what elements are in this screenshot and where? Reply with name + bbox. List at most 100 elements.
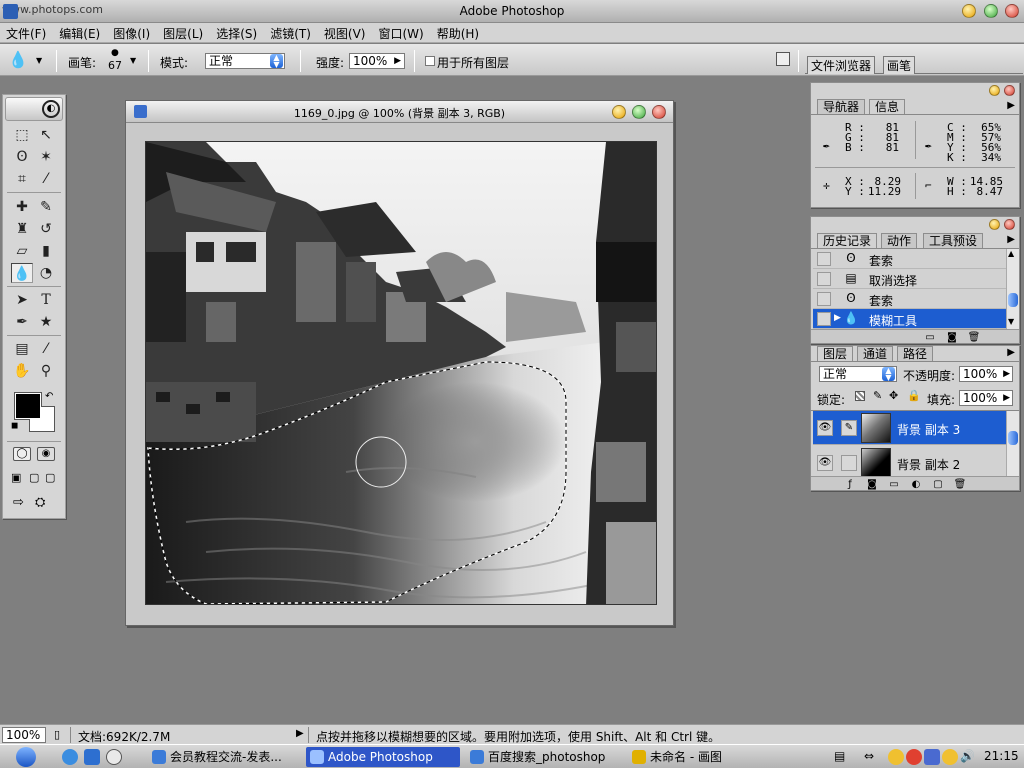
menu-window[interactable]: 窗口(W) bbox=[372, 23, 430, 42]
tab-actions[interactable]: 动作 bbox=[881, 233, 918, 248]
delete-state-icon[interactable]: 🗑 bbox=[963, 331, 985, 345]
tab-layers[interactable]: 图层 bbox=[817, 346, 854, 361]
brush-tip-icon[interactable]: ● bbox=[111, 48, 119, 58]
history-panel-minimize-button[interactable] bbox=[989, 219, 1000, 230]
doc-close-button[interactable] bbox=[652, 105, 666, 119]
layer-brush-icon[interactable]: ✎ bbox=[841, 420, 857, 436]
tab-paths[interactable]: 路径 bbox=[897, 346, 934, 361]
move-tool-icon[interactable]: ↖ bbox=[35, 125, 57, 145]
lock-position-icon[interactable]: ✥ bbox=[889, 389, 898, 402]
scroll-up-arrow-icon[interactable]: ▲ bbox=[1008, 249, 1014, 258]
info-panel-menu-icon[interactable]: ▶ bbox=[1007, 100, 1015, 111]
lock-all-icon[interactable]: 🔒 bbox=[907, 389, 921, 402]
status-page-icon[interactable]: ▯ bbox=[54, 728, 60, 741]
tab-file-browser[interactable]: 文件浏览器 bbox=[807, 56, 876, 74]
history-item[interactable]: ▤ 取消选择 bbox=[813, 269, 1006, 289]
swap-colors-icon[interactable]: ↶ bbox=[45, 391, 53, 402]
all-layers-checkbox[interactable] bbox=[425, 56, 435, 66]
jump-to-imageready-icon[interactable]: ⇨ bbox=[13, 495, 24, 510]
screen-mode-full-icon[interactable]: ▢ bbox=[45, 471, 55, 484]
screen-mode-standard-icon[interactable]: ▣ bbox=[11, 471, 21, 484]
history-scroll-thumb[interactable] bbox=[1008, 293, 1018, 307]
tab-history[interactable]: 历史记录 bbox=[817, 233, 878, 248]
menu-file[interactable]: 文件(F) bbox=[0, 23, 53, 42]
history-item[interactable]: ʘ 套索 bbox=[813, 289, 1006, 309]
history-panel-menu-icon[interactable]: ▶ bbox=[1007, 234, 1015, 245]
eraser-tool-icon[interactable]: ▱ bbox=[11, 241, 33, 261]
opacity-slider-arrow-icon[interactable]: ▶ bbox=[1003, 367, 1010, 381]
tab-tool-presets[interactable]: 工具预设 bbox=[923, 233, 984, 248]
lock-transparency-icon[interactable] bbox=[855, 391, 865, 401]
quick-mask-mode-icon[interactable]: ◉ bbox=[37, 447, 55, 461]
add-mask-icon[interactable]: ◙ bbox=[861, 478, 883, 492]
info-panel-minimize-button[interactable] bbox=[989, 85, 1000, 96]
menu-select[interactable]: 选择(S) bbox=[210, 23, 264, 42]
minimize-button[interactable] bbox=[962, 4, 976, 18]
history-item[interactable]: ʘ 套索 bbox=[813, 249, 1006, 269]
maximize-button[interactable] bbox=[984, 4, 998, 18]
menu-view[interactable]: 视图(V) bbox=[318, 23, 373, 42]
toolbox-header[interactable]: ◐ bbox=[5, 97, 63, 121]
menu-filter[interactable]: 滤镜(T) bbox=[264, 23, 318, 42]
new-snapshot-icon[interactable]: ◙ bbox=[941, 331, 963, 345]
crop-tool-icon[interactable]: ⌗ bbox=[11, 169, 33, 189]
opacity-field[interactable]: 100% ▶ bbox=[959, 366, 1013, 382]
strength-slider-arrow-icon[interactable]: ▶ bbox=[394, 54, 401, 68]
tray-app-icon[interactable] bbox=[924, 749, 940, 765]
history-brush-tool-icon[interactable]: ↺ bbox=[35, 219, 57, 239]
blur-tool-preset-icon[interactable]: 💧 bbox=[8, 50, 28, 69]
eyedropper-tool-icon[interactable]: ⁄ bbox=[35, 339, 57, 359]
layer-link-box[interactable] bbox=[841, 455, 857, 471]
close-button[interactable] bbox=[1005, 4, 1019, 18]
fill-field[interactable]: 100% ▶ bbox=[959, 390, 1013, 406]
info-panel-close-button[interactable] bbox=[1004, 85, 1015, 96]
network-icon[interactable]: ⇔ bbox=[864, 749, 874, 763]
taskbar-item[interactable]: 会员教程交流-发表... bbox=[148, 747, 298, 767]
screen-mode-full-menu-icon[interactable]: ▢ bbox=[29, 471, 39, 484]
path-selection-tool-icon[interactable]: ➤ bbox=[11, 290, 33, 310]
marquee-tool-icon[interactable]: ⬚ bbox=[11, 125, 33, 145]
tab-info[interactable]: 信息 bbox=[869, 99, 906, 114]
input-method-icon[interactable]: ▤ bbox=[834, 749, 845, 763]
magic-wand-tool-icon[interactable]: ✶ bbox=[35, 147, 57, 167]
volume-icon[interactable]: 🔊 bbox=[960, 749, 975, 763]
custom-shape-tool-icon[interactable]: ★ bbox=[35, 312, 57, 332]
mode-select[interactable]: 正常 ▲ ▼ bbox=[205, 53, 285, 69]
default-colors-icon[interactable]: ◼ bbox=[11, 421, 18, 431]
healing-brush-tool-icon[interactable]: ✚ bbox=[11, 197, 33, 217]
layer-row-selected[interactable]: 👁 ✎ 背景 副本 3 bbox=[813, 411, 1006, 445]
media-quicklaunch-icon[interactable] bbox=[106, 749, 122, 765]
history-state-checkbox[interactable] bbox=[817, 312, 831, 326]
menu-image[interactable]: 图像(I) bbox=[107, 23, 157, 42]
image-canvas[interactable] bbox=[145, 141, 657, 605]
fill-slider-arrow-icon[interactable]: ▶ bbox=[1003, 391, 1010, 405]
lock-image-icon[interactable]: ✎ bbox=[873, 389, 882, 402]
gradient-tool-icon[interactable]: ▮ bbox=[35, 241, 57, 261]
doc-minimize-button[interactable] bbox=[612, 105, 626, 119]
palette-well-icon[interactable] bbox=[776, 52, 790, 66]
ie-quicklaunch-icon[interactable] bbox=[62, 749, 78, 765]
menu-help[interactable]: 帮助(H) bbox=[431, 23, 486, 42]
tray-app-icon[interactable] bbox=[906, 749, 922, 765]
layers-panel-menu-icon[interactable]: ▶ bbox=[1007, 347, 1015, 358]
history-state-checkbox[interactable] bbox=[817, 252, 831, 266]
layer-row[interactable]: 👁 背景 副本 2 bbox=[813, 446, 1006, 480]
imageready-icon[interactable]: ⛭ bbox=[35, 495, 45, 510]
history-item-selected[interactable]: ▶ 💧 模糊工具 bbox=[813, 309, 1006, 329]
tab-navigator[interactable]: 导航器 bbox=[817, 99, 866, 114]
clone-stamp-tool-icon[interactable]: ♜ bbox=[11, 219, 33, 239]
status-menu-arrow-icon[interactable]: ▶ bbox=[296, 728, 304, 739]
strength-field[interactable]: 100% ▶ bbox=[349, 53, 405, 69]
history-panel-close-button[interactable] bbox=[1004, 219, 1015, 230]
brush-dropdown-arrow-icon[interactable]: ▼ bbox=[130, 56, 136, 65]
standard-mode-icon[interactable]: ◯ bbox=[13, 447, 31, 461]
new-set-icon[interactable]: ▭ bbox=[883, 478, 905, 492]
history-state-checkbox[interactable] bbox=[817, 292, 831, 306]
layer-style-icon[interactable]: ƒ bbox=[839, 478, 861, 492]
pen-tool-icon[interactable]: ✒ bbox=[11, 312, 33, 332]
zoom-field[interactable]: 100% bbox=[2, 727, 46, 743]
slice-tool-icon[interactable]: ⁄ bbox=[35, 169, 57, 189]
zoom-tool-icon[interactable]: ⚲ bbox=[35, 361, 57, 381]
start-apple-icon[interactable] bbox=[16, 747, 36, 767]
browser-quicklaunch-icon[interactable] bbox=[84, 749, 100, 765]
